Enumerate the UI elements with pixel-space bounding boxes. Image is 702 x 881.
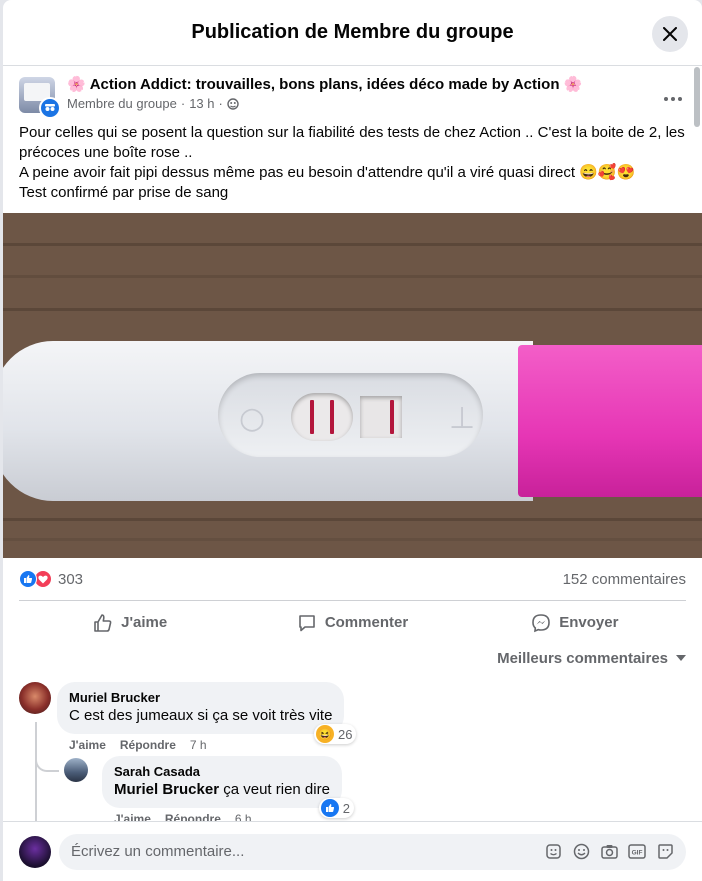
post-text-line: Test confirmé par prise de sang xyxy=(19,184,229,201)
modal-title: Publication de Membre du groupe xyxy=(191,21,514,43)
camera-icon[interactable] xyxy=(600,843,618,861)
caret-down-icon xyxy=(676,655,686,661)
comment-bubble: Muriel Brucker C est des jumeaux si ça s… xyxy=(57,682,357,744)
comment-input[interactable] xyxy=(71,843,544,860)
wood-grain xyxy=(3,538,702,541)
like-button[interactable]: J'aime xyxy=(19,605,241,641)
like-reaction-icon xyxy=(19,570,37,588)
comment-label: Commenter xyxy=(324,614,409,631)
wood-grain xyxy=(3,243,702,246)
comment-icon xyxy=(299,614,315,631)
post-header: 🌸 Action Addict: trouvailles, bons plans… xyxy=(3,67,702,119)
comment-text-content: ça veut rien dire xyxy=(219,781,330,798)
modal-header: Publication de Membre du groupe xyxy=(3,0,702,66)
gif-icon[interactable]: GIF xyxy=(628,843,646,861)
like-reaction-icon xyxy=(320,799,339,817)
comment-reactions[interactable]: 😆 26 xyxy=(313,724,357,744)
messenger-icon xyxy=(532,613,551,632)
close-icon xyxy=(663,27,677,41)
meta-separator: · xyxy=(218,96,223,111)
wood-grain xyxy=(3,308,702,311)
post-stats: 303 152 commentaires xyxy=(3,558,702,600)
test-symbol: ⊥ xyxy=(449,401,476,436)
comment-composer: GIF xyxy=(3,821,702,881)
comment-count[interactable]: 152 commentaires xyxy=(563,571,686,588)
sticker-icon[interactable] xyxy=(544,843,562,861)
comment-text: C est des jumeaux si ça se voit très vit… xyxy=(69,707,333,724)
member-anonymous-icon xyxy=(39,97,61,119)
comment-time[interactable]: 6 h xyxy=(235,812,252,821)
comment-actions: J'aime Répondre 7 h xyxy=(57,734,344,752)
avatar[interactable] xyxy=(19,682,51,714)
control-symbol: ○ xyxy=(239,401,266,436)
result-line xyxy=(330,400,334,434)
privacy-group-icon xyxy=(227,98,239,110)
result-window xyxy=(291,393,353,441)
comment-sort-dropdown[interactable]: Meilleurs commentaires xyxy=(497,650,686,667)
comment-mention[interactable]: Muriel Brucker xyxy=(114,781,219,798)
reaction-count[interactable]: 303 xyxy=(58,571,83,588)
author-role[interactable]: Membre du groupe xyxy=(67,95,177,113)
thumbs-up-icon xyxy=(94,613,112,632)
comment-body: Sarah Casada Muriel Brucker ça veut rien… xyxy=(102,756,354,821)
meta-separator: · xyxy=(180,96,186,111)
send-button[interactable]: Envoyer xyxy=(464,605,686,641)
sort-label: Meilleurs commentaires xyxy=(497,649,668,667)
comment-sort-row: Meilleurs commentaires xyxy=(3,644,702,672)
post-sub-meta: Membre du groupe · 13 h · xyxy=(67,95,686,113)
group-name[interactable]: Action Addict: trouvailles, bons plans, … xyxy=(90,75,560,95)
comment-reply-button[interactable]: Répondre xyxy=(165,812,221,821)
comment-body: Muriel Brucker C est des jumeaux si ça s… xyxy=(57,682,357,752)
reactions-summary[interactable]: 303 xyxy=(19,570,83,588)
svg-text:GIF: GIF xyxy=(632,850,643,857)
post-actions: J'aime Commenter Envoyer xyxy=(19,600,686,644)
post-time[interactable]: 13 h xyxy=(189,95,214,113)
post-text-line: A peine avoir fait pipi dessus même pas … xyxy=(19,164,636,181)
post-text-line: Pour celles qui se posent la question su… xyxy=(19,124,685,161)
emoji-icon[interactable] xyxy=(572,843,590,861)
group-avatar[interactable] xyxy=(19,77,61,119)
post-photo[interactable]: ○ ⊥ xyxy=(3,213,702,558)
comment-bubble: Sarah Casada Muriel Brucker ça veut rien… xyxy=(102,756,354,818)
comment-reaction-count: 2 xyxy=(342,800,350,816)
comment-reaction-count: 26 xyxy=(337,726,353,742)
haha-reaction-icon: 😆 xyxy=(315,725,334,743)
wood-grain xyxy=(3,518,702,521)
flower-emoji: 🌸 xyxy=(67,76,86,93)
control-window xyxy=(360,396,402,438)
comment-text: Muriel Brucker ça veut rien dire xyxy=(114,780,330,800)
comment-time[interactable]: 7 h xyxy=(190,738,207,752)
post-modal: Publication de Membre du groupe 🌸 Action… xyxy=(3,0,702,881)
comment-author[interactable]: Muriel Brucker xyxy=(69,690,332,706)
more-horizontal-icon xyxy=(664,97,682,101)
avatar[interactable] xyxy=(64,758,88,782)
composer-icons: GIF xyxy=(544,843,674,861)
comment-like-button[interactable]: J'aime xyxy=(114,812,151,821)
pregnancy-test-cap xyxy=(518,345,702,497)
control-line xyxy=(390,400,394,434)
close-button[interactable] xyxy=(652,16,688,52)
like-label: J'aime xyxy=(121,614,168,631)
comment-button[interactable]: Commenter xyxy=(241,605,463,641)
post-text: Pour celles qui se posent la question su… xyxy=(3,119,702,213)
flower-emoji: 🌸 xyxy=(563,76,583,93)
avatar[interactable] xyxy=(19,835,51,868)
comment-input-wrapper[interactable]: GIF xyxy=(59,833,686,870)
more-options-button[interactable] xyxy=(664,85,682,106)
reply-item: Sarah Casada Muriel Brucker ça veut rien… xyxy=(3,756,702,821)
comment-reply-button[interactable]: Répondre xyxy=(120,738,176,752)
post-scroll-area[interactable]: 🌸 Action Addict: trouvailles, bons plans… xyxy=(3,67,702,821)
wood-grain xyxy=(3,275,702,278)
avatar-sticker-icon[interactable] xyxy=(656,843,674,861)
comment-item: Muriel Brucker C est des jumeaux si ça s… xyxy=(3,682,702,821)
comment-actions: J'aime Répondre 6 h xyxy=(102,808,342,821)
comment-author[interactable]: Sarah Casada xyxy=(114,764,330,780)
comment-like-button[interactable]: J'aime xyxy=(69,738,106,752)
result-line xyxy=(310,400,314,434)
group-name-link[interactable]: 🌸 Action Addict: trouvailles, bons plans… xyxy=(67,75,686,95)
comment-reactions[interactable]: 2 xyxy=(318,798,354,818)
send-label: Envoyer xyxy=(559,614,619,631)
post-meta: 🌸 Action Addict: trouvailles, bons plans… xyxy=(67,75,686,113)
